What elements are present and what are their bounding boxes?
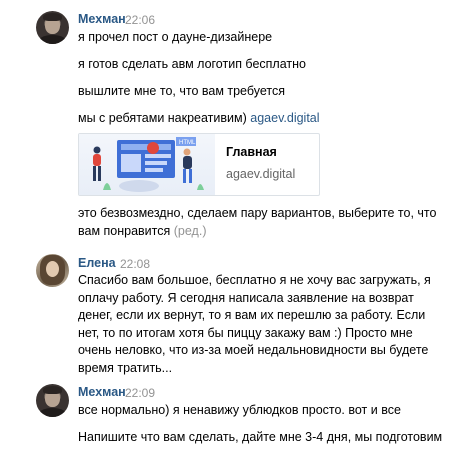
message-text: это безвозмездно, сделаем пару вариантов… [78,206,437,220]
link-preview-image[interactable]: HTML [79,134,215,195]
message-link[interactable]: agaev.digital [250,111,319,125]
message-time[interactable]: 22:08 [120,257,150,271]
avatar[interactable] [36,11,69,44]
message-text: очень неловко, что из-за моей недальнови… [78,343,429,357]
message-text: вам понравится [78,224,171,238]
author-name[interactable]: Елена [78,256,116,270]
author-name[interactable]: Мехман [78,12,126,26]
message-text: время тратить... [78,361,173,375]
message-text-with-link: мы с ребятами накреативим) agaev.digital [78,111,320,125]
avatar-shirt [38,408,67,417]
web-design-illustration: HTML [93,137,204,192]
link-preview-card[interactable]: HTML Главная agaev.digital [78,133,320,196]
link-preview-domain: agaev.digital [226,167,296,181]
avatar-face [46,261,59,277]
message-time[interactable]: 22:06 [125,13,155,27]
message-text: Спасибо вам большое, бесплатно я не хочу… [78,273,431,287]
message-text: Напишите что вам сделать, дайте мне 3-4 … [78,430,443,444]
avatar[interactable] [36,384,69,417]
message-text: оплачу работу. Я сегодня написала заявле… [78,291,414,305]
link-preview-title[interactable]: Главная [226,145,277,159]
message-text-edited: вам понравится (ред.) [78,224,207,238]
message-text: вышлите мне то, что вам требуется [78,84,286,98]
message-text: денег, если их вернут, то я вам их переш… [78,308,426,322]
message-time[interactable]: 22:09 [125,386,155,400]
avatar-hair [43,386,62,394]
edited-label[interactable]: (ред.) [174,224,207,238]
card-image-label: HTML [179,140,196,146]
message-text: мы с ребятами накреативим) [78,111,247,125]
author-name[interactable]: Мехман [78,385,126,399]
message-text: я готов сделать авм логотип бесплатно [78,57,306,71]
message-text: все нормально) я ненавижу ублюдков прост… [78,403,401,417]
avatar-shirt [38,35,67,44]
message-text: я прочел пост о дауне-дизайнере [78,30,273,44]
message-text: нет, то по итогам хотя бы пиццу закажу в… [78,326,413,340]
avatar-hair [43,13,62,21]
avatar[interactable] [36,254,69,287]
